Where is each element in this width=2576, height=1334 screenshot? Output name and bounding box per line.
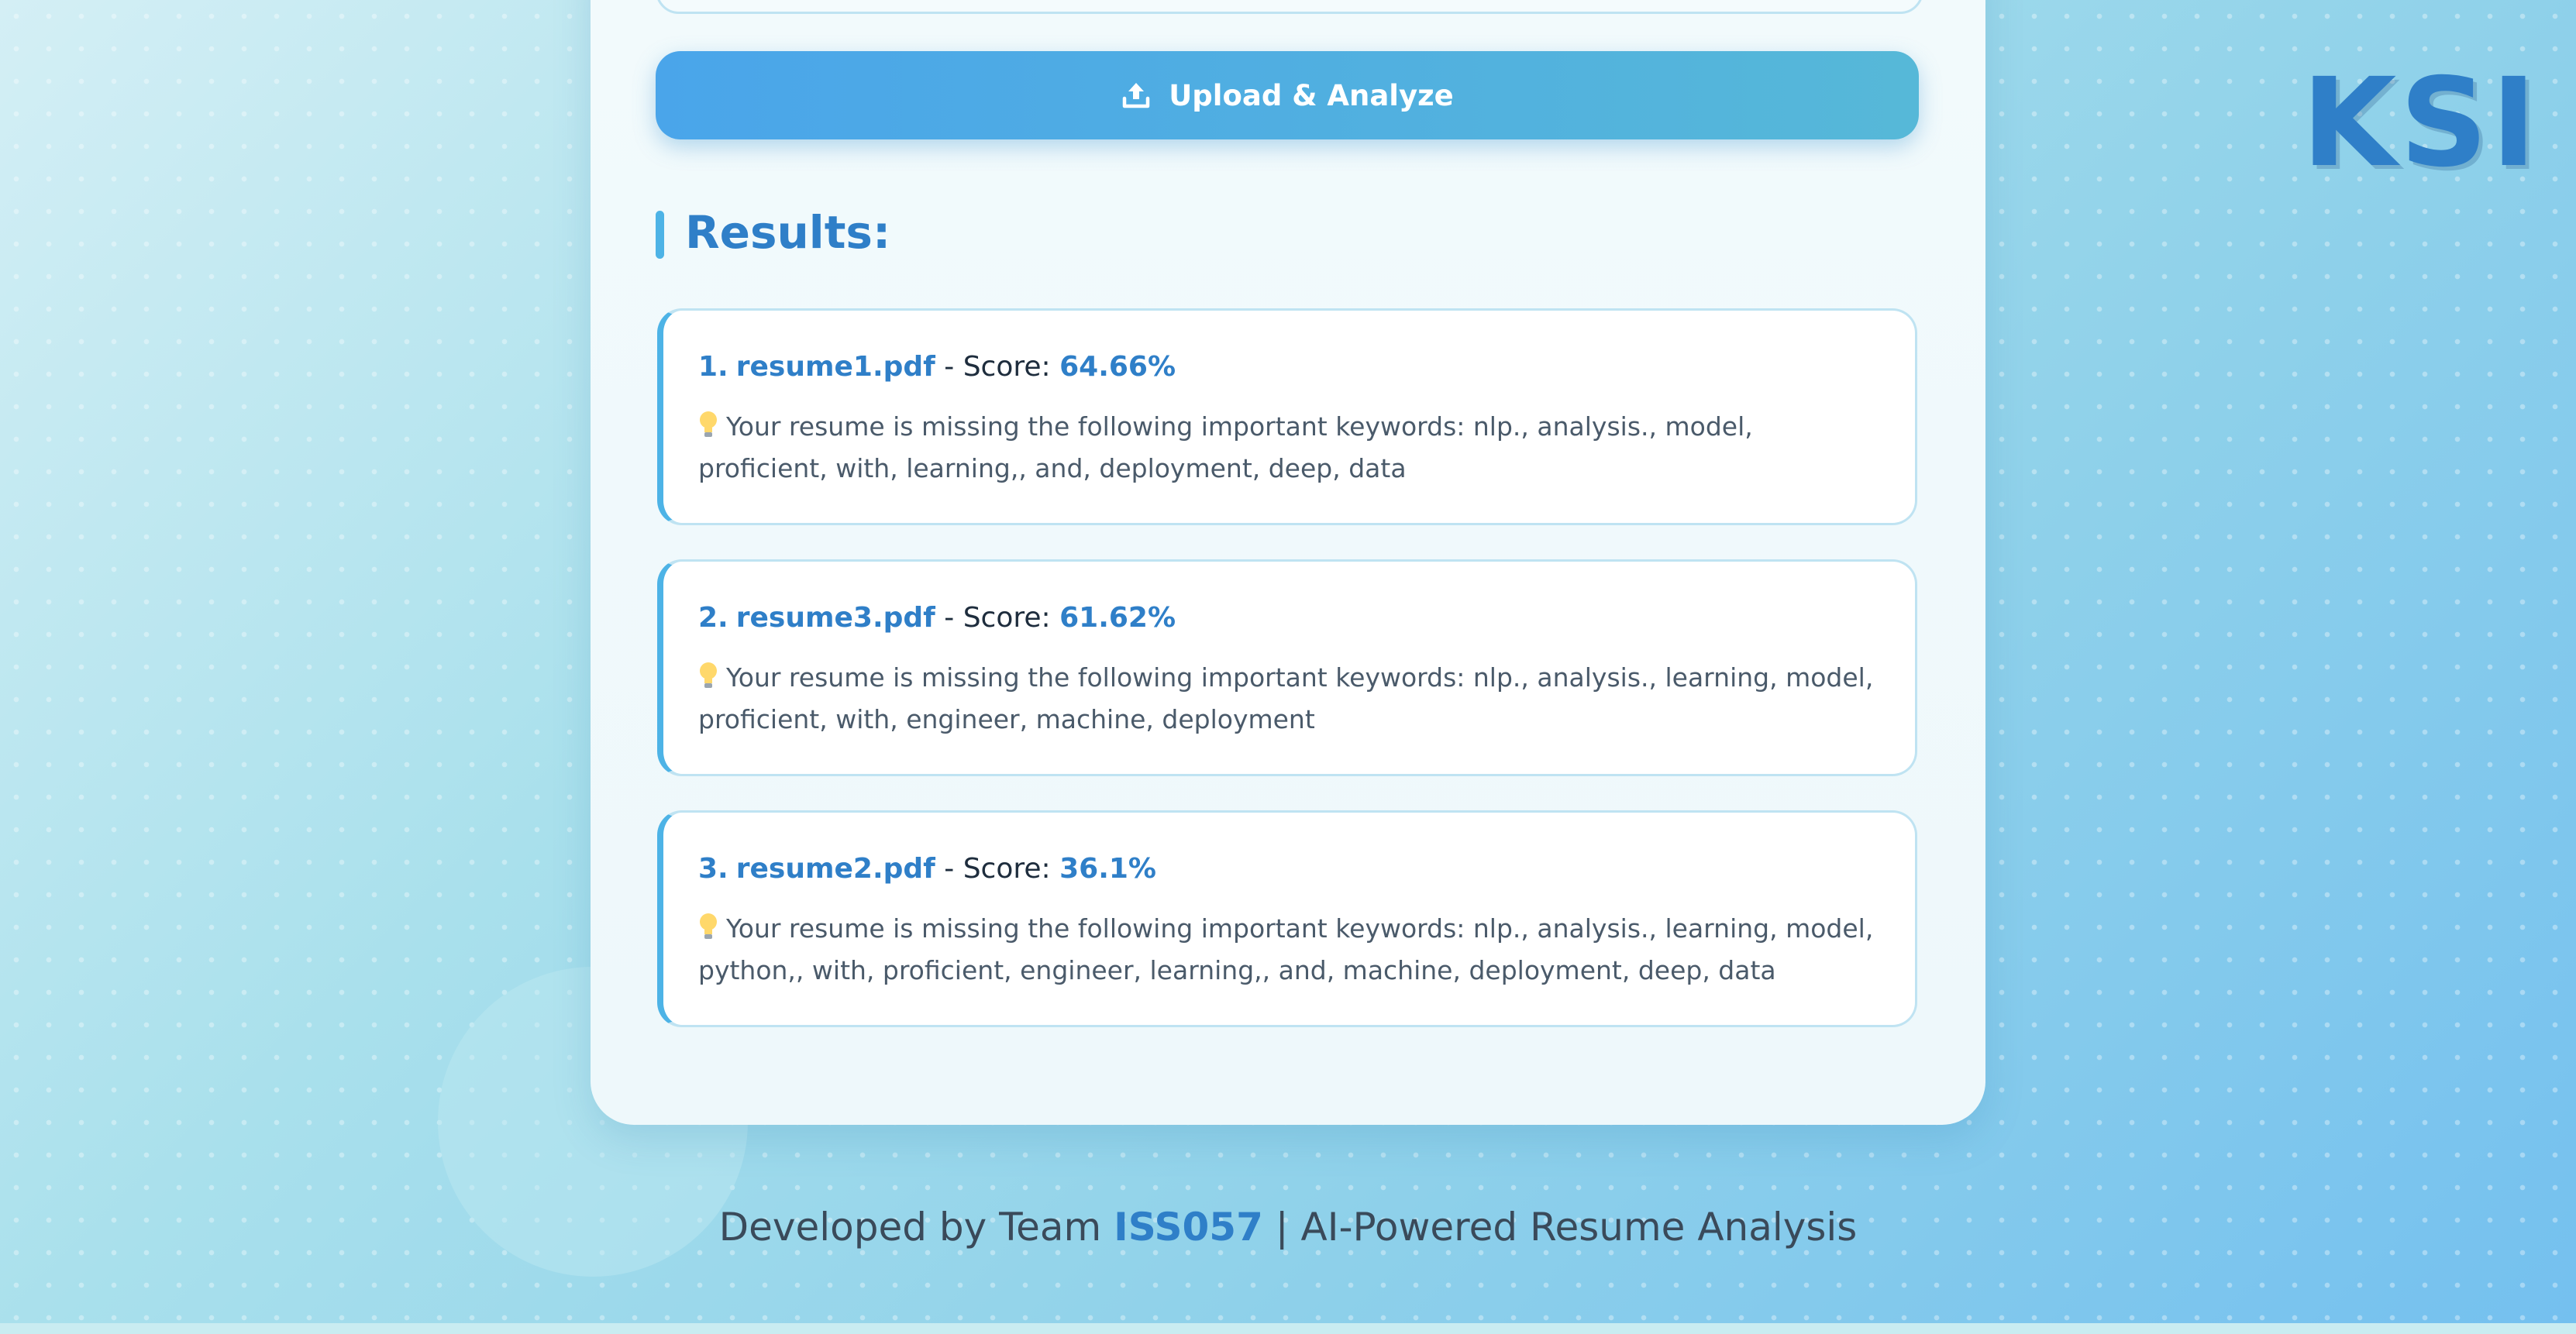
ksi-logo: KSI <box>2302 52 2540 194</box>
lightbulb-icon <box>698 662 718 700</box>
result-card: 1. resume1.pdf - Score: 64.66% Your resum… <box>657 308 1917 525</box>
upload-icon <box>1121 80 1152 111</box>
upload-button-label: Upload & Analyze <box>1169 78 1454 112</box>
result-title: 3. resume2.pdf - Score: 36.1% <box>698 853 1156 885</box>
lightbulb-icon <box>698 411 718 449</box>
result-title: 1. resume1.pdf - Score: 64.66% <box>698 351 1176 383</box>
result-feedback: Your resume is missing the following imp… <box>698 658 1876 739</box>
result-score: 64.66% <box>1059 351 1176 383</box>
result-feedback: Your resume is missing the following imp… <box>698 407 1876 488</box>
footer: Developed by Team ISS057 | AI-Powered Re… <box>0 1205 2576 1250</box>
result-score: 61.62% <box>1059 602 1176 634</box>
result-message: Your resume is missing the following imp… <box>698 913 1874 985</box>
result-title: 2. resume3.pdf - Score: 61.62% <box>698 602 1176 634</box>
score-prefix: - Score: <box>935 351 1060 383</box>
result-rank: 3. <box>698 853 728 885</box>
result-filename: resume3.pdf <box>735 602 935 634</box>
footer-team-name: ISS057 <box>1114 1205 1263 1250</box>
lightbulb-icon <box>698 913 718 951</box>
footer-suffix: | AI-Powered Resume Analysis <box>1262 1205 1858 1250</box>
result-message: Your resume is missing the following imp… <box>698 662 1874 734</box>
results-heading-accent-bar <box>656 211 664 259</box>
result-message: Your resume is missing the following imp… <box>698 411 1753 483</box>
file-input-field[interactable] <box>656 0 1923 14</box>
bottom-strip <box>0 1323 2576 1334</box>
results-heading: Results: <box>685 206 891 259</box>
score-prefix: - Score: <box>935 853 1060 885</box>
result-score: 36.1% <box>1059 853 1157 885</box>
footer-prefix: Developed by Team <box>718 1205 1114 1250</box>
result-filename: resume1.pdf <box>735 351 935 383</box>
result-filename: resume2.pdf <box>735 853 935 885</box>
result-rank: 1. <box>698 351 728 383</box>
result-card: 3. resume2.pdf - Score: 36.1% Your resume… <box>657 810 1917 1027</box>
result-card: 2. resume3.pdf - Score: 61.62% Your resum… <box>657 559 1917 776</box>
result-rank: 2. <box>698 602 728 634</box>
upload-analyze-button[interactable]: Upload & Analyze <box>656 51 1919 139</box>
score-prefix: - Score: <box>935 602 1060 634</box>
result-feedback: Your resume is missing the following imp… <box>698 909 1876 990</box>
